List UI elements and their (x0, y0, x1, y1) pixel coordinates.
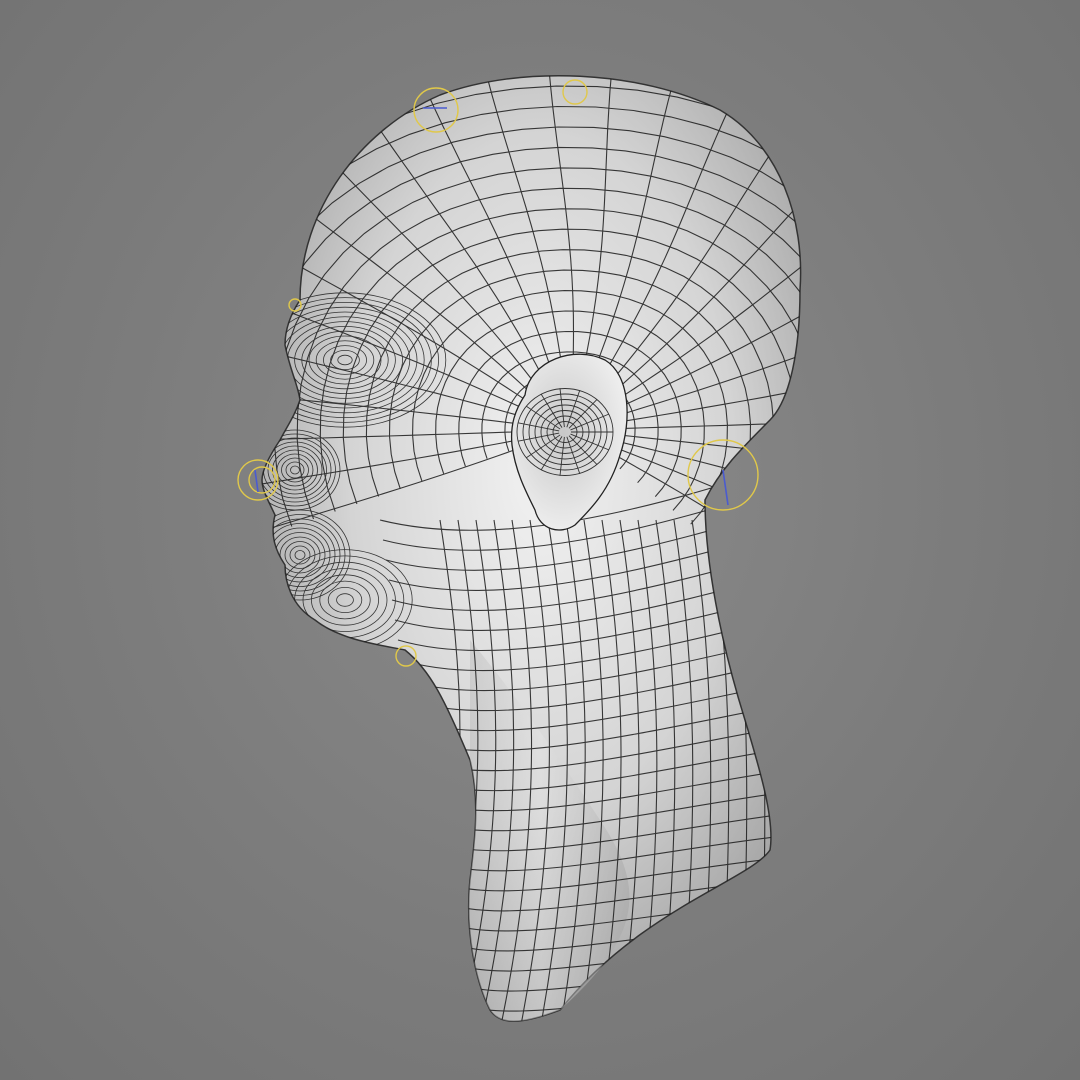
3d-viewport[interactable] (0, 0, 1080, 1080)
scene-canvas[interactable] (0, 0, 1080, 1080)
